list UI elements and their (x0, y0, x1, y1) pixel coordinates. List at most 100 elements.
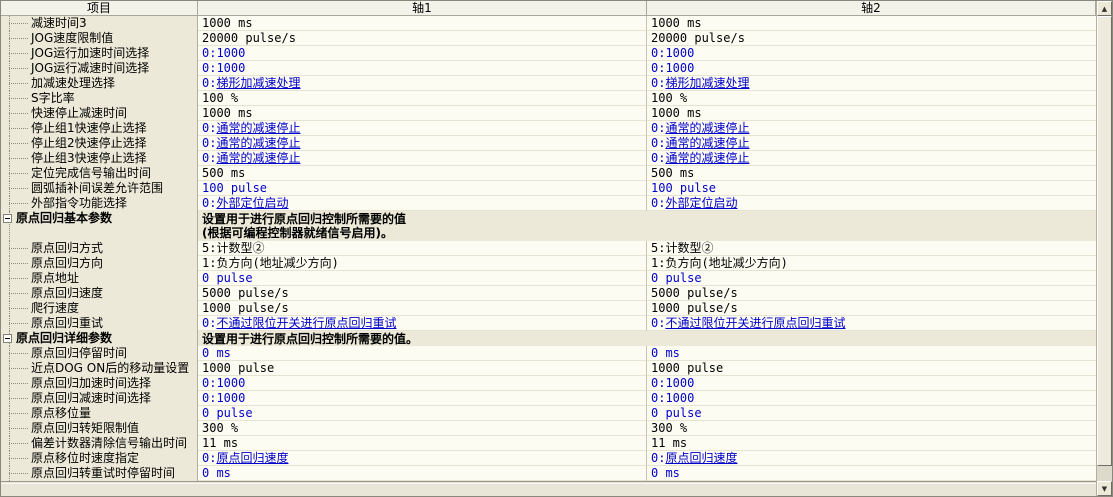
vertical-scrollbar-thumb[interactable] (1097, 16, 1112, 466)
parameter-name: JOG速度限制值 (31, 32, 113, 45)
parameter-name-cell: 原点回归方式 (1, 241, 198, 256)
axis2-value-cell[interactable]: 0:外部定位启动 (647, 196, 1096, 211)
axis2-value-cell[interactable]: 1000 ms (647, 16, 1096, 31)
axis2-value-cell[interactable]: 1000 pulse (647, 361, 1096, 376)
axis1-value-cell[interactable]: 100 % (198, 91, 647, 106)
parameter-name-cell: 原点移位量 (1, 406, 198, 421)
axis1-value-cell[interactable]: 20000 pulse/s (198, 31, 647, 46)
tree-branch-line (9, 98, 28, 99)
parameter-name-cell: 原点回归加速时间选择 (1, 376, 198, 391)
axis1-value-cell[interactable]: 0 ms (198, 466, 647, 481)
parameter-name: 原点回归转重试时停留时间 (31, 467, 175, 480)
axis2-value-cell[interactable]: 5000 pulse/s (647, 286, 1096, 301)
parameter-row: JOG运行加速时间选择 0:1000 0:1000 (1, 46, 1112, 61)
column-header-item: 项目 (1, 1, 198, 16)
axis2-value-cell[interactable]: 0:1000 (647, 391, 1096, 406)
axis1-value-cell[interactable]: 0:通常的减速停止 (198, 121, 647, 136)
parameter-name-cell: 偏差计数器清除信号输出时间 (1, 436, 198, 451)
axis2-value-cell[interactable]: 1000 ms (647, 106, 1096, 121)
axis1-value-cell[interactable]: 0 pulse (198, 406, 647, 421)
axis1-value-cell[interactable]: 1000 ms (198, 16, 647, 31)
tree-branch-line (9, 413, 28, 414)
parameter-row: 原点回归减速时间选择 0:1000 0:1000 (1, 391, 1112, 406)
axis1-value-cell[interactable]: 0 pulse (198, 271, 647, 286)
parameter-row: 原点回归重试 0:不通过限位开关进行原点回归重试 0:不通过限位开关进行原点回归… (1, 316, 1112, 331)
axis1-value-cell[interactable]: 5:计数型② (198, 241, 647, 256)
axis1-value-cell[interactable]: 0:1000 (198, 391, 647, 406)
axis2-value-cell[interactable]: 1:负方向(地址减少方向) (647, 256, 1096, 271)
parameter-name-cell: 原点回归方向 (1, 256, 198, 271)
axis1-value-cell[interactable]: 100 pulse (198, 181, 647, 196)
axis2-value-cell[interactable]: 0 pulse (647, 406, 1096, 421)
tree-branch-line (9, 428, 28, 429)
axis1-value-cell[interactable]: 0:外部定位启动 (198, 196, 647, 211)
tree-branch-line (9, 248, 28, 249)
axis2-value-cell[interactable]: 1000 pulse/s (647, 301, 1096, 316)
horizontal-scrollbar[interactable] (1, 481, 1096, 496)
axis1-value-cell[interactable]: 5000 pulse/s (198, 286, 647, 301)
axis1-value-cell[interactable]: 0:1000 (198, 61, 647, 76)
axis2-value-cell[interactable]: 100 pulse (647, 181, 1096, 196)
parameter-name-cell: JOG运行减速时间选择 (1, 61, 198, 76)
axis1-value-cell[interactable]: 11 ms (198, 436, 647, 451)
axis1-value-cell[interactable]: 0:通常的减速停止 (198, 151, 647, 166)
axis2-value-cell[interactable]: 20000 pulse/s (647, 31, 1096, 46)
parameter-name-cell: 减速时间3 (1, 16, 198, 31)
axis1-value-cell[interactable]: 0:通常的减速停止 (198, 136, 647, 151)
parameter-name: 原点回归减速时间选择 (31, 392, 151, 405)
axis1-value-cell[interactable]: 1000 pulse (198, 361, 647, 376)
parameter-name-cell: 外部指令功能选择 (1, 196, 198, 211)
column-header-axis1: 轴1 (198, 1, 647, 16)
axis1-value-cell[interactable]: 300 % (198, 421, 647, 436)
parameter-name-cell: 原点移位时速度指定 (1, 451, 198, 466)
tree-branch-line (9, 278, 28, 279)
axis2-value-cell[interactable]: 0:1000 (647, 46, 1096, 61)
parameter-name-cell: 加减速处理选择 (1, 76, 198, 91)
parameter-name: 快速停止减速时间 (31, 107, 127, 120)
parameter-name-cell: S字比率 (1, 91, 198, 106)
parameter-row: 外部指令功能选择 0:外部定位启动 0:外部定位启动 (1, 196, 1112, 211)
axis2-value-cell[interactable]: 0:不通过限位开关进行原点回归重试 (647, 316, 1096, 331)
axis2-value-cell[interactable]: 0:1000 (647, 376, 1096, 391)
axis2-value-cell[interactable]: 0 ms (647, 346, 1096, 361)
parameter-name-cell: 原点回归减速时间选择 (1, 391, 198, 406)
axis2-value-cell[interactable]: 0:通常的减速停止 (647, 121, 1096, 136)
axis1-value-cell[interactable]: 0 ms (198, 346, 647, 361)
axis1-value-cell[interactable]: 0:不通过限位开关进行原点回归重试 (198, 316, 647, 331)
collapse-minus-box-icon[interactable] (3, 214, 12, 223)
axis2-value-cell[interactable]: 300 % (647, 421, 1096, 436)
axis1-value-cell[interactable]: 0:原点回归速度 (198, 451, 647, 466)
axis2-value-cell[interactable]: 0:通常的减速停止 (647, 136, 1096, 151)
axis2-value-cell[interactable]: 0 ms (647, 466, 1096, 481)
axis2-value-cell[interactable]: 0:原点回归速度 (647, 451, 1096, 466)
scroll-up-button[interactable]: ▲ (1097, 1, 1112, 16)
parameter-row: JOG运行减速时间选择 0:1000 0:1000 (1, 61, 1112, 76)
axis1-value-cell[interactable]: 0:1000 (198, 376, 647, 391)
parameter-name: 停止组1快速停止选择 (31, 122, 147, 135)
axis2-value-cell[interactable]: 0:1000 (647, 61, 1096, 76)
axis2-value-cell[interactable]: 0:通常的减速停止 (647, 151, 1096, 166)
axis1-value-cell[interactable]: 1000 pulse/s (198, 301, 647, 316)
axis1-value-cell[interactable]: 1000 ms (198, 106, 647, 121)
axis1-value-cell[interactable]: 1:负方向(地址减少方向) (198, 256, 647, 271)
section-name-cell: 原点回归详细参数 (1, 331, 198, 346)
axis2-value-cell[interactable]: 500 ms (647, 166, 1096, 181)
parameter-row: 圆弧插补间误差允许范围 100 pulse 100 pulse (1, 181, 1112, 196)
collapse-minus-box-icon[interactable] (3, 334, 12, 343)
tree-branch-line (9, 323, 28, 324)
parameter-row: JOG速度限制值 20000 pulse/s 20000 pulse/s (1, 31, 1112, 46)
axis2-value-cell[interactable]: 5:计数型② (647, 241, 1096, 256)
axis2-value-cell[interactable]: 100 % (647, 91, 1096, 106)
tree-branch-line (9, 53, 28, 54)
axis2-value-cell[interactable]: 0:梯形加减速处理 (647, 76, 1096, 91)
axis1-value-cell[interactable]: 0:梯形加减速处理 (198, 76, 647, 91)
parameter-name: 原点回归方式 (31, 242, 103, 255)
axis2-value-cell[interactable]: 0 pulse (647, 271, 1096, 286)
scroll-down-button[interactable]: ▼ (1097, 481, 1112, 496)
axis1-value-cell[interactable]: 0:1000 (198, 46, 647, 61)
axis1-value-cell[interactable]: 500 ms (198, 166, 647, 181)
parameter-name: 原点回归重试 (31, 317, 103, 330)
axis2-value-cell[interactable]: 11 ms (647, 436, 1096, 451)
vertical-scrollbar[interactable]: ▲ ▼ (1096, 1, 1112, 496)
parameter-name: 外部指令功能选择 (31, 197, 127, 210)
